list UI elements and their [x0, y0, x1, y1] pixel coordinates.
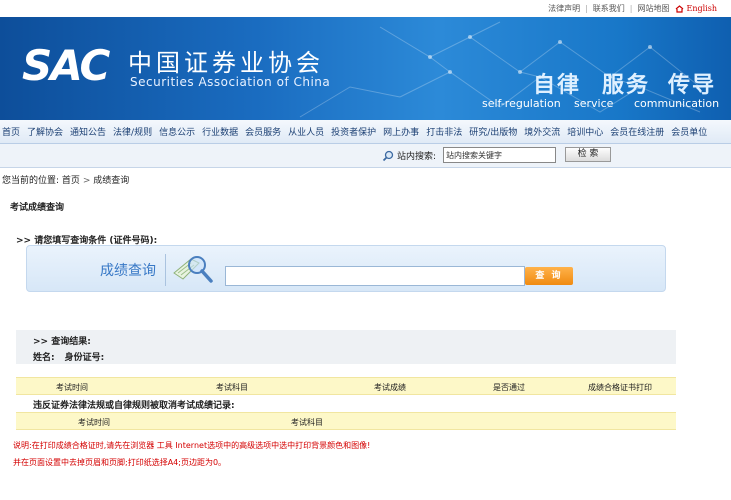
top-links: 法律声明 | 联系我们 | 网站地图 English — [0, 0, 731, 17]
col-exam-score: 考试成绩 — [374, 383, 406, 392]
id-number-input[interactable] — [225, 266, 525, 286]
result-header: >> 查询结果: — [33, 337, 91, 347]
nav-item-overseas[interactable]: 境外交流 — [524, 125, 560, 138]
nav-item-anti-illegal[interactable]: 打击非法 — [426, 125, 462, 138]
query-title: 成绩查询 — [100, 263, 156, 279]
divider — [165, 254, 166, 286]
result-identity-row: 姓名: 身份证号: — [33, 350, 104, 363]
home-icon — [675, 4, 683, 13]
nav-item-research[interactable]: 研究/出版物 — [469, 125, 517, 138]
nav-item-investor-protection[interactable]: 投资者保护 — [331, 125, 376, 138]
slogan-selfreg-cn: 自律 — [533, 73, 582, 98]
header-banner: SAC 中国证券业协会 Securities Association of Ch… — [0, 17, 731, 120]
col-violation-time: 考试时间 — [78, 418, 110, 427]
breadcrumb: 您当前的位置: 首页 > 成绩查询 — [2, 173, 129, 186]
link-legal[interactable]: 法律声明 — [548, 3, 580, 14]
note-line-1: 说明:在打印成绩合格证时,请先在浏览器 工具 Internet选项中的高级选项中… — [13, 441, 371, 450]
search-label-text: 站内搜索: — [397, 152, 437, 162]
search-input[interactable] — [443, 147, 556, 163]
main-nav: 首页 了解协会 通知公告 法律/规则 信息公示 行业数据 会员服务 从业人员 投… — [0, 120, 731, 144]
slogan-service-cn: 服务 — [602, 73, 651, 98]
query-panel: 成绩查询 查 询 — [26, 245, 666, 292]
nav-item-disclosure[interactable]: 信息公示 — [159, 125, 195, 138]
nav-item-member-service[interactable]: 会员服务 — [245, 125, 281, 138]
score-table-header: 考试时间 考试科目 考试成绩 是否通过 成绩合格证书打印 — [16, 377, 676, 395]
name-label: 姓名: — [33, 353, 55, 363]
logo-chinese-name: 中国证券业协会 — [128, 49, 324, 77]
nav-item-practitioners[interactable]: 从业人员 — [288, 125, 324, 138]
col-certificate-print: 成绩合格证书打印 — [588, 383, 652, 392]
col-exam-time: 考试时间 — [56, 383, 88, 392]
nav-item-industry-data[interactable]: 行业数据 — [202, 125, 238, 138]
slogan-comm-en: communication — [634, 97, 720, 110]
nav-item-member-units[interactable]: 会员单位 — [671, 125, 707, 138]
nav-item-about[interactable]: 了解协会 — [27, 125, 63, 138]
search-button[interactable]: 检 索 — [565, 147, 611, 162]
nav-item-online-services[interactable]: 网上办事 — [383, 125, 419, 138]
col-exam-subject: 考试科目 — [216, 383, 248, 392]
nav-item-rules[interactable]: 法律/规则 — [113, 125, 152, 138]
logo-english-name: Securities Association of China — [130, 75, 331, 89]
nav-item-home[interactable]: 首页 — [2, 125, 20, 138]
language-switch[interactable]: English — [675, 4, 718, 13]
page-title: 考试成绩查询 — [10, 203, 65, 213]
nav-item-member-register[interactable]: 会员在线注册 — [610, 125, 664, 138]
violation-title: 违反证券法律法规或自律规则被取消考试成绩记录: — [33, 401, 235, 411]
search-icon — [382, 150, 394, 161]
page: 法律声明 | 联系我们 | 网站地图 English SAC 中国证券业协会 S… — [0, 0, 731, 500]
slogan-selfreg-en: self-regulation — [482, 97, 561, 110]
col-passed: 是否通过 — [493, 383, 525, 392]
chevron-right-icon: > — [82, 176, 91, 186]
link-sitemap[interactable]: 网站地图 — [638, 3, 670, 14]
violation-table-header: 考试时间 考试科目 — [16, 412, 676, 430]
query-button[interactable]: 查 询 — [525, 267, 573, 285]
separator: | — [629, 4, 633, 13]
note-line-2: 并在页面设置中去掉页眉和页脚;打印纸选择A4;页边距为0。 — [13, 458, 227, 467]
breadcrumb-prefix: 您当前的位置: — [2, 176, 60, 186]
slogan-service-en: service — [574, 97, 614, 110]
magnifier-icon — [173, 256, 213, 283]
logo-mark: SAC — [22, 41, 110, 90]
breadcrumb-current: 成绩查询 — [93, 176, 130, 186]
language-label: English — [686, 4, 718, 13]
id-label: 身份证号: — [64, 353, 105, 363]
nav-item-notices[interactable]: 通知公告 — [70, 125, 106, 138]
breadcrumb-home[interactable]: 首页 — [62, 176, 80, 186]
slogan-comm-cn: 传导 — [668, 73, 717, 98]
separator: | — [585, 4, 588, 13]
site-search-bar: 站内搜索: 检 索 — [0, 144, 731, 168]
search-label: 站内搜索: — [382, 149, 436, 162]
link-contact[interactable]: 联系我们 — [593, 3, 625, 14]
result-box: >> 查询结果: 姓名: 身份证号: — [16, 330, 676, 364]
nav-item-training[interactable]: 培训中心 — [567, 125, 603, 138]
col-violation-subject: 考试科目 — [291, 418, 323, 427]
